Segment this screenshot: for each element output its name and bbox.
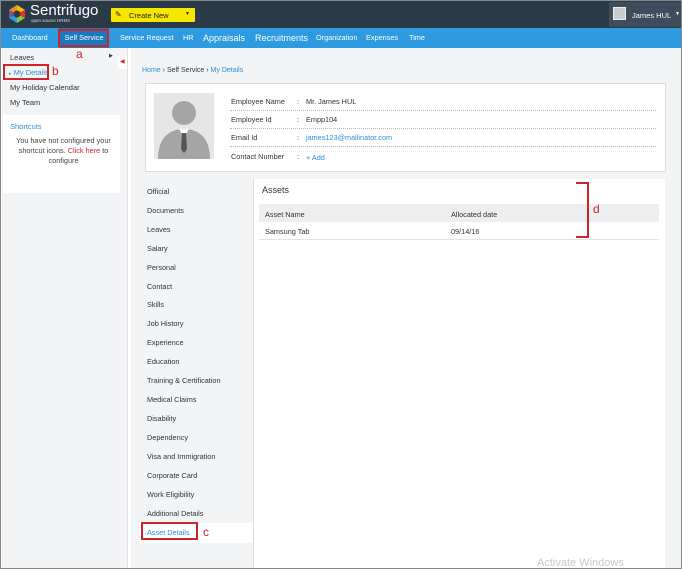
breadcrumb-current: My Details	[210, 67, 244, 74]
tab-experience[interactable]: Experience	[147, 338, 184, 347]
annotation-box-b	[3, 64, 49, 80]
allocated-date-cell: 09/14/16	[451, 227, 480, 236]
table-row[interactable]: Samsung Tab 09/14/16	[259, 222, 659, 240]
divider	[230, 128, 656, 129]
tab-personal[interactable]: Personal	[147, 263, 176, 272]
breadcrumb: Home › Self Service › My Details	[142, 67, 243, 74]
tab-additional-details[interactable]: Additional Details	[147, 509, 203, 518]
assets-title: Assets	[262, 185, 290, 195]
breadcrumb-home[interactable]: Home	[142, 67, 161, 74]
chevron-down-icon: ▼	[675, 11, 680, 17]
field-colon: :	[297, 97, 300, 106]
sidebar-item-leaves[interactable]: Leaves	[10, 53, 34, 62]
annotation-bracket-d	[576, 182, 589, 238]
tab-disability[interactable]: Disability	[147, 414, 176, 423]
shortcuts-title: Shortcuts	[10, 122, 42, 131]
tab-medical-claims[interactable]: Medical Claims	[147, 395, 196, 404]
create-new-label: Create New	[129, 11, 169, 20]
profile-card: Employee Name : Mr. James HUL Employee I…	[145, 83, 666, 172]
tab-work-eligibility[interactable]: Work Eligibility	[147, 490, 194, 499]
nav-organization[interactable]: Organization	[316, 28, 357, 48]
asset-name-cell: Samsung Tab	[265, 227, 310, 236]
nav-dashboard[interactable]: Dashboard	[12, 28, 48, 48]
user-menu[interactable]: James HUL ▼	[609, 2, 681, 27]
chevron-left-icon: ◀	[120, 59, 125, 65]
employee-name-label: Employee Name	[231, 97, 285, 106]
column-allocated-date[interactable]: Allocated date	[451, 210, 497, 219]
user-name: James HUL	[632, 11, 672, 20]
field-colon: :	[297, 133, 300, 142]
breadcrumb-self-service[interactable]: Self Service	[167, 67, 204, 74]
field-colon: :	[297, 115, 300, 124]
details-tabs: Official Documents Leaves Salary Persona…	[139, 181, 254, 559]
user-silhouette-icon	[154, 93, 214, 159]
annotation-box-c	[141, 522, 198, 540]
nav-appraisals[interactable]: Appraisals	[203, 28, 245, 48]
app-window: Sentrifugo open source HRMS ✎ Create New…	[0, 0, 682, 569]
user-avatar-icon	[613, 7, 626, 20]
tab-salary[interactable]: Salary	[147, 244, 168, 253]
nav-expenses[interactable]: Expenses	[366, 28, 398, 48]
tab-documents[interactable]: Documents	[147, 206, 184, 215]
brand-name: Sentrifugo	[30, 2, 99, 19]
chevron-right-icon: ▶	[109, 53, 113, 59]
tab-leaves[interactable]: Leaves	[147, 225, 171, 234]
create-new-button[interactable]: ✎ Create New ▼	[111, 8, 195, 22]
email-id-label: Email Id	[231, 133, 258, 142]
sidebar-collapse-toggle[interactable]: ◀	[118, 57, 127, 69]
annotation-label-d: d	[593, 202, 600, 216]
chevron-down-icon: ▼	[185, 11, 190, 17]
tab-contact[interactable]: Contact	[147, 282, 172, 291]
tab-official[interactable]: Official	[147, 187, 169, 196]
column-asset-name[interactable]: Asset Name	[265, 210, 305, 219]
pen-icon: ✎	[115, 10, 122, 19]
contact-number-label: Contact Number	[231, 152, 285, 161]
main-content: Home › Self Service › My Details Employe…	[131, 48, 681, 568]
nav-hr[interactable]: HR	[183, 28, 194, 48]
top-bar: Sentrifugo open source HRMS ✎ Create New…	[1, 1, 681, 28]
sidebar-item-my-team[interactable]: My Team	[10, 98, 40, 107]
shortcuts-message: You have not configured your shortcut ic…	[11, 136, 116, 166]
divider	[230, 146, 656, 147]
email-id-value[interactable]: james123@mailinator.com	[306, 133, 392, 142]
nav-service-request[interactable]: Service Request	[120, 28, 174, 48]
tab-skills[interactable]: Skills	[147, 300, 164, 309]
profile-photo	[154, 93, 214, 159]
tab-job-history[interactable]: Job History	[147, 319, 184, 328]
assets-panel: Assets Asset Name Allocated date Samsung…	[253, 179, 665, 568]
annotation-label-b: b	[52, 64, 59, 78]
annotation-box-a	[58, 29, 109, 47]
employee-id-label: Employee Id	[231, 115, 272, 124]
employee-name-value: Mr. James HUL	[306, 97, 357, 106]
field-colon: :	[297, 152, 300, 161]
nav-time[interactable]: Time	[409, 28, 425, 48]
employee-id-value: Empp104	[306, 115, 338, 124]
annotation-label-a: a	[76, 47, 83, 61]
tab-corporate-card[interactable]: Corporate Card	[147, 471, 197, 480]
sentrifugo-logo-icon[interactable]	[7, 4, 27, 24]
breadcrumb-separator: ›	[206, 67, 209, 74]
divider	[230, 110, 656, 111]
brand-tagline: open source HRMS	[31, 18, 71, 23]
breadcrumb-separator: ›	[162, 67, 165, 74]
tab-training-certification[interactable]: Training & Certification	[147, 376, 221, 385]
add-contact-number-link[interactable]: + Add	[306, 153, 325, 162]
shortcuts-configure-link[interactable]: Click here	[68, 146, 100, 155]
annotation-label-c: c	[203, 525, 209, 539]
tab-education[interactable]: Education	[147, 357, 179, 366]
sidebar-item-my-holiday-calendar[interactable]: My Holiday Calendar	[10, 83, 80, 92]
tab-visa-immigration[interactable]: Visa and Immigration	[147, 452, 215, 461]
shortcuts-panel: Shortcuts You have not configured your s…	[3, 115, 120, 193]
nav-recruitments[interactable]: Recruitments	[255, 28, 308, 48]
tab-dependency[interactable]: Dependency	[147, 433, 188, 442]
sidebar: Leaves ▶ ▸ My Details My Holiday Calenda…	[2, 48, 128, 568]
windows-activation-watermark: Activate Windows	[537, 557, 624, 569]
